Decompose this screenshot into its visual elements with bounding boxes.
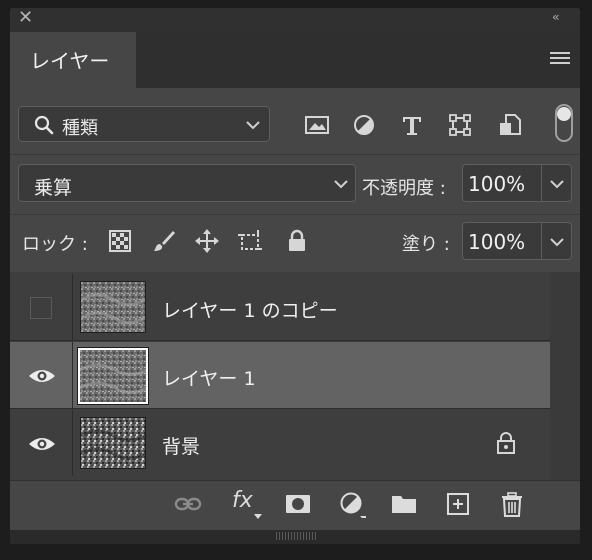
hamburger-menu-icon[interactable] [550, 52, 570, 67]
row-divider [10, 408, 550, 409]
type-filter-icon[interactable] [400, 114, 426, 136]
fx-submenu-triangle-icon [254, 514, 262, 519]
toggle-knob [557, 107, 571, 121]
smart-object-filter-icon[interactable] [498, 114, 524, 136]
blend-mode-value: 乗算 [34, 177, 73, 199]
tab-layers-label: レイヤー [30, 49, 110, 73]
layer-thumbnail-layer1[interactable] [77, 347, 149, 405]
double-chevron-left-icon[interactable]: ‹‹ [552, 10, 559, 24]
lock-label: ロック : [22, 234, 88, 255]
layer-name[interactable]: レイヤー 1 のコピー [162, 296, 338, 323]
adjustment-layer-icon[interactable] [338, 490, 366, 518]
opacity-value: 100% [468, 172, 526, 196]
lock-pixels-icon[interactable] [152, 229, 176, 253]
visibility-column-divider [72, 342, 73, 408]
chevron-down-icon [334, 180, 348, 189]
divider [10, 154, 580, 155]
add-mask-icon[interactable] [284, 490, 312, 518]
fill-value: 100% [468, 230, 526, 254]
layer-lock-icon[interactable] [496, 432, 516, 454]
visibility-toggle-hidden[interactable] [30, 297, 52, 319]
layer-name[interactable]: 背景 [162, 432, 200, 459]
new-group-icon[interactable] [390, 490, 418, 518]
link-layers-icon[interactable] [174, 490, 202, 518]
filter-kind-dropdown[interactable] [18, 106, 270, 142]
search-icon [34, 115, 54, 135]
layer-style-fx-icon[interactable]: fx [232, 488, 253, 513]
chevron-down-icon [246, 121, 260, 130]
filter-kind-label: 種類 [62, 118, 98, 139]
visibility-column-divider [72, 410, 73, 476]
resize-grip-icon[interactable] [276, 532, 316, 540]
lock-position-icon[interactable] [195, 229, 219, 253]
visibility-column-divider [72, 274, 73, 340]
divider [10, 214, 580, 215]
lock-transparency-icon[interactable] [108, 229, 132, 253]
fill-label: 塗り : [402, 234, 450, 255]
close-icon[interactable]: ✕ [18, 8, 33, 28]
layer-thumbnail-copy[interactable] [80, 281, 146, 333]
eye-icon[interactable] [28, 435, 56, 453]
eye-icon[interactable] [28, 367, 56, 385]
opacity-label: 不透明度 : [362, 178, 446, 199]
new-layer-icon[interactable] [444, 490, 472, 518]
delete-layer-icon[interactable] [498, 490, 526, 518]
lock-all-icon[interactable] [285, 229, 309, 253]
shape-filter-icon[interactable] [448, 114, 474, 136]
fill-divider [541, 222, 542, 260]
layer-thumbnail-background[interactable] [80, 417, 146, 469]
opacity-dropdown-chevron-icon[interactable] [550, 179, 564, 189]
row-divider [10, 340, 550, 341]
layers-scrollbar[interactable] [550, 272, 580, 480]
panel-titlebar [10, 8, 580, 32]
lock-artboard-icon[interactable] [238, 229, 262, 253]
layer-name[interactable]: レイヤー 1 [162, 364, 256, 391]
image-filter-icon[interactable] [304, 114, 330, 136]
fill-dropdown-chevron-icon[interactable] [550, 237, 564, 247]
opacity-divider [541, 164, 542, 202]
adjustment-filter-icon[interactable] [352, 114, 378, 136]
